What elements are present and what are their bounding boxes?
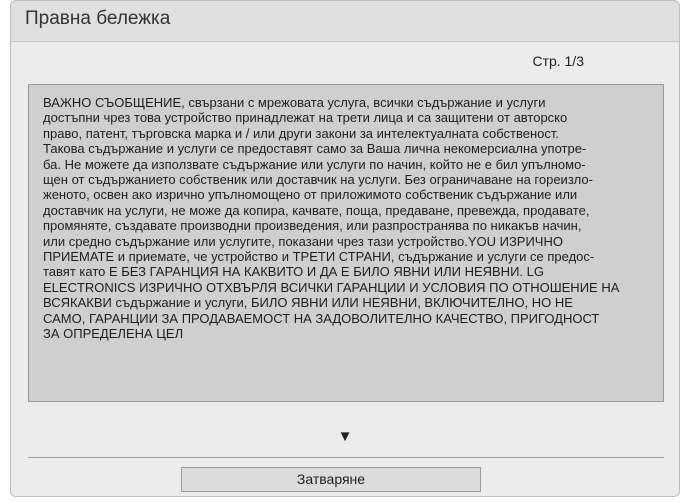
close-button[interactable]: Затваряне: [181, 467, 481, 492]
notice-content-box[interactable]: ВАЖНО СЪОБЩЕНИЕ, свързани с мрежовата ус…: [28, 84, 664, 402]
footer-divider: [28, 457, 664, 458]
dialog-title: Правна бележка: [25, 8, 171, 29]
page-indicator: Стр. 1/3: [532, 53, 584, 69]
scroll-down-arrow-icon[interactable]: ▼: [11, 429, 679, 444]
dialog-title-bar: Правна бележка: [11, 1, 679, 42]
legal-notice-dialog: Правна бележка Стр. 1/3 ВАЖНО СЪОБЩЕНИЕ,…: [10, 0, 680, 497]
notice-text: ВАЖНО СЪОБЩЕНИЕ, свързани с мрежовата ус…: [43, 95, 620, 342]
